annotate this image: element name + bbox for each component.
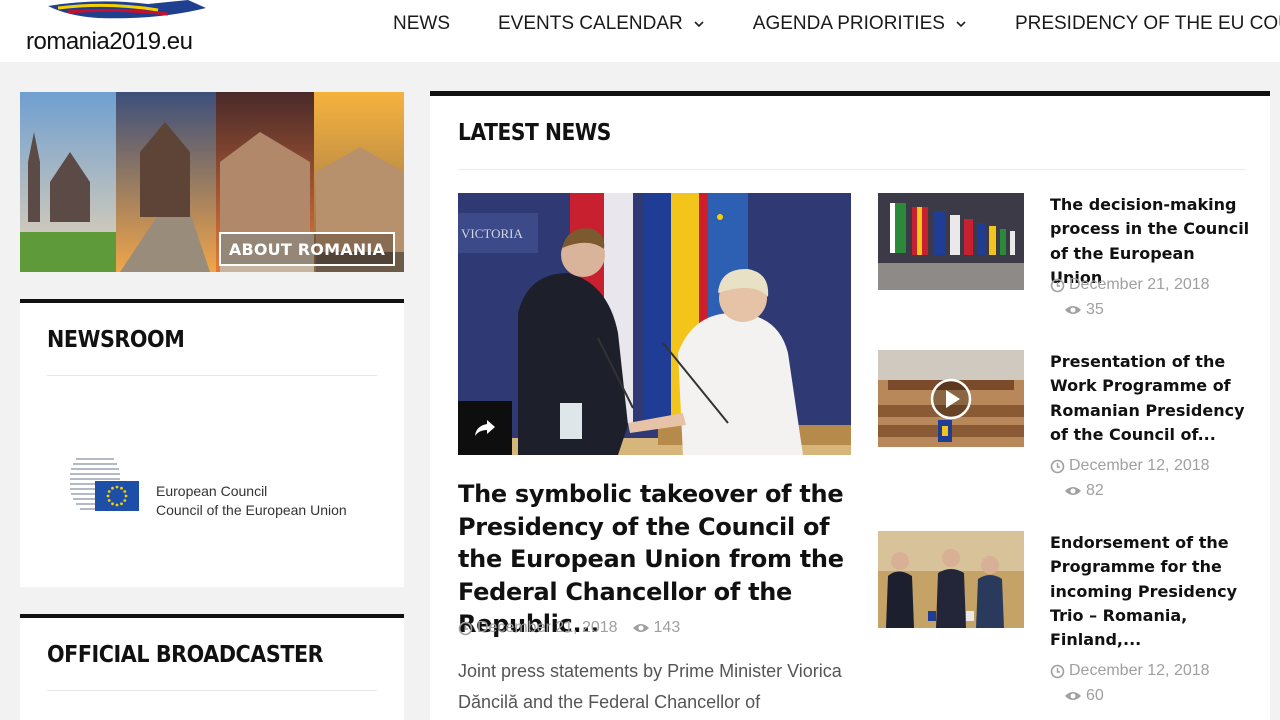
council-logo-line1: European Council bbox=[156, 483, 268, 499]
about-romania-button[interactable]: ABOUT ROMANIA bbox=[219, 232, 395, 266]
handshake-photo: VICTORIA bbox=[458, 193, 851, 455]
clock-icon bbox=[1050, 459, 1065, 473]
latest-news-title: LATEST NEWS bbox=[458, 120, 611, 146]
news-views: 60 bbox=[1064, 687, 1104, 705]
news-date: December 12, 2018 bbox=[1050, 457, 1210, 475]
official-broadcaster-box: OFFICIAL BROADCASTER bbox=[20, 614, 404, 720]
news-date: December 21, 2018 bbox=[1050, 276, 1210, 294]
nav-agenda-priorities[interactable]: AGENDA PRIORITIES bbox=[753, 12, 967, 36]
divider bbox=[47, 375, 377, 376]
feature-views-count: 143 bbox=[653, 619, 681, 636]
play-icon[interactable] bbox=[930, 378, 972, 420]
news-title-link[interactable]: Presentation of the Work Programme of Ro… bbox=[1050, 350, 1250, 447]
logo-text: romania2019.eu bbox=[26, 28, 193, 55]
news-views: 82 bbox=[1064, 482, 1104, 500]
news-item[interactable]: Endorsement of the Programme for the inc… bbox=[878, 531, 1270, 704]
news-thumbnail[interactable] bbox=[878, 350, 1024, 447]
newsroom-title: NEWSROOM bbox=[47, 327, 185, 353]
feature-views: 143 bbox=[632, 619, 681, 637]
feature-meta: December 21, 2018 143 bbox=[458, 619, 680, 637]
feature-image-sign: VICTORIA bbox=[461, 226, 523, 241]
news-views: 35 bbox=[1064, 301, 1104, 319]
logo-mark-icon bbox=[48, 0, 206, 19]
nav-events-calendar[interactable]: EVENTS CALENDAR bbox=[498, 12, 705, 36]
news-date: December 12, 2018 bbox=[1050, 662, 1210, 680]
about-romania-card[interactable]: ABOUT ROMANIA bbox=[20, 92, 404, 272]
news-item[interactable]: Presentation of the Work Programme of Ro… bbox=[878, 350, 1270, 510]
clock-icon bbox=[1050, 278, 1065, 292]
feature-title-link[interactable]: The symbolic takeover of the Presidency … bbox=[458, 478, 858, 641]
main-nav: NEWS EVENTS CALENDAR AGENDA PRIORITIES P… bbox=[393, 12, 1280, 36]
feature-excerpt: Joint press statements by Prime Minister… bbox=[458, 661, 842, 712]
site-header: romania2019.eu NEWS EVENTS CALENDAR AGEN… bbox=[0, 0, 1280, 62]
news-thumbnail[interactable] bbox=[878, 531, 1024, 628]
share-button[interactable] bbox=[458, 401, 512, 455]
eye-icon bbox=[1065, 306, 1081, 314]
news-date-text: December 12, 2018 bbox=[1069, 457, 1210, 474]
flags-photo bbox=[878, 193, 1024, 290]
news-date-text: December 21, 2018 bbox=[1069, 276, 1210, 293]
chevron-down-icon bbox=[694, 21, 704, 28]
nav-presidency-label: PRESIDENCY OF THE EU COUNCIL bbox=[1014, 13, 1280, 34]
clock-icon bbox=[1050, 664, 1065, 678]
news-title-link[interactable]: Endorsement of the Programme for the inc… bbox=[1050, 531, 1250, 652]
clock-icon bbox=[458, 621, 473, 635]
council-logo-line2: Council of the European Union bbox=[156, 502, 347, 518]
broadcaster-title: OFFICIAL BROADCASTER bbox=[47, 642, 324, 668]
news-views-count: 60 bbox=[1086, 687, 1104, 704]
european-council-logo[interactable]: European Council Council of the European… bbox=[70, 453, 370, 518]
news-thumbnail[interactable] bbox=[878, 193, 1024, 290]
nav-presidency[interactable]: PRESIDENCY OF THE EU COUNCIL bbox=[1015, 12, 1280, 36]
nav-events-label: EVENTS CALENDAR bbox=[498, 13, 683, 34]
news-item[interactable]: The decision-making process in the Counc… bbox=[878, 193, 1270, 353]
officials-photo bbox=[878, 531, 1024, 628]
feature-image[interactable]: VICTORIA bbox=[458, 193, 851, 455]
eye-icon bbox=[1065, 692, 1081, 700]
eu-stars-icon bbox=[106, 485, 128, 507]
news-date-text: December 12, 2018 bbox=[1069, 662, 1210, 679]
chevron-down-icon bbox=[956, 21, 966, 28]
eu-flag-icon bbox=[95, 481, 139, 511]
latest-news-panel: LATEST NEWS VICTORIA The symbolic takeov… bbox=[430, 91, 1270, 720]
feature-date: December 21, 2018 bbox=[477, 619, 618, 636]
eye-icon bbox=[632, 624, 649, 632]
newsroom-box: NEWSROOM European Council Council of the… bbox=[20, 299, 404, 587]
share-icon bbox=[475, 420, 495, 436]
nav-news[interactable]: NEWS bbox=[393, 12, 450, 36]
nav-agenda-label: AGENDA PRIORITIES bbox=[752, 13, 945, 34]
site-logo[interactable]: romania2019.eu bbox=[26, 0, 216, 60]
divider bbox=[458, 169, 1246, 170]
news-views-count: 35 bbox=[1086, 301, 1104, 318]
nav-news-label: NEWS bbox=[393, 13, 450, 34]
eye-icon bbox=[1065, 487, 1081, 495]
divider bbox=[47, 690, 377, 691]
news-views-count: 82 bbox=[1086, 482, 1104, 499]
